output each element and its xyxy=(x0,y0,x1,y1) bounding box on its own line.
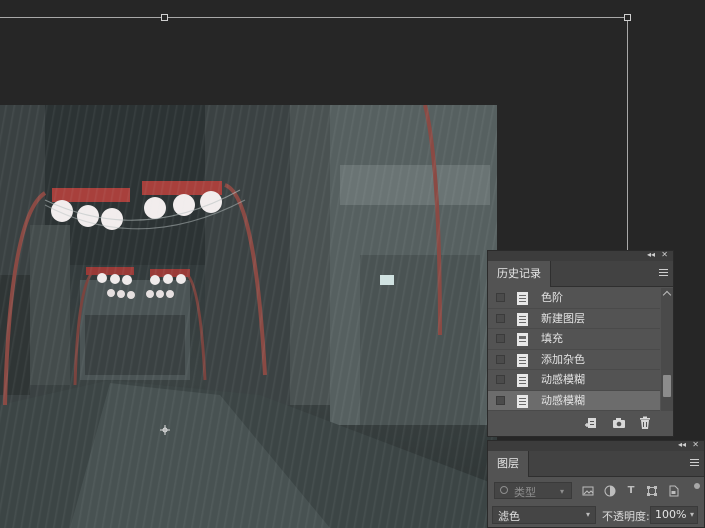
document-icon xyxy=(517,292,528,305)
filter-type-label: 类型 xyxy=(514,486,536,499)
canvas-image-rainy-night-alley[interactable] xyxy=(0,105,497,528)
adjustment-filter-icon[interactable] xyxy=(604,485,616,497)
history-state-label: 色阶 xyxy=(541,291,563,304)
fill-document-icon xyxy=(517,333,528,346)
close-icon[interactable]: ✕ xyxy=(692,440,699,450)
collapse-icon[interactable]: ◂◂ xyxy=(678,440,686,450)
history-state-label: 添加杂色 xyxy=(541,352,585,366)
history-state-item[interactable]: 动感模糊 xyxy=(488,370,660,391)
shape-filter-icon[interactable] xyxy=(646,485,658,497)
chevron-down-icon: ▾ xyxy=(560,487,565,496)
snapshot-source-checkbox[interactable] xyxy=(496,293,505,302)
history-state-label: 填充 xyxy=(541,332,563,345)
history-state-label: 动感模糊 xyxy=(541,373,585,386)
snapshot-source-checkbox[interactable] xyxy=(496,313,505,323)
history-state-item[interactable]: 新建图层 xyxy=(488,309,660,329)
blend-mode-select[interactable]: 滤色 ▾ xyxy=(492,506,596,524)
history-state-item[interactable]: 填充 xyxy=(488,329,660,350)
layers-panel-topbar[interactable]: ◂◂ ✕ xyxy=(488,440,704,451)
snapshot-source-checkbox[interactable] xyxy=(496,334,505,343)
panel-menu-icon[interactable] xyxy=(659,269,668,277)
history-state-item-selected[interactable]: 动感模糊 xyxy=(488,390,660,411)
history-state-label: 动感模糊 xyxy=(541,393,585,407)
blend-mode-value: 滤色 xyxy=(498,510,520,523)
transform-center-point-icon[interactable] xyxy=(160,425,170,435)
layers-panel: ◂◂ ✕ 图层 类型 ▾ T 滤色 ▾ 不透明度: 100% ▾ xyxy=(487,440,705,528)
history-panel-topbar[interactable]: ◂◂ ✕ xyxy=(488,250,673,261)
history-panel: ◂◂ ✕ 历史记录 色阶 新建图层 填充 添加杂色 动感模糊 动感模糊 xyxy=(487,250,674,437)
document-icon xyxy=(517,374,528,387)
document-icon xyxy=(517,312,528,326)
blend-opacity-row: 滤色 ▾ 不透明度: 100% ▾ xyxy=(488,503,705,527)
pixel-filter-icon[interactable] xyxy=(582,485,594,497)
rain-overlay xyxy=(0,105,497,528)
filter-toggle-dot[interactable] xyxy=(694,483,700,489)
snapshot-source-checkbox[interactable] xyxy=(496,354,505,364)
transform-handle-top-right[interactable] xyxy=(624,14,631,21)
snapshot-source-checkbox[interactable] xyxy=(496,395,505,405)
smart-object-filter-icon[interactable] xyxy=(667,485,679,497)
trash-icon[interactable] xyxy=(638,416,652,430)
camera-icon[interactable] xyxy=(612,416,626,430)
history-state-item[interactable]: 添加杂色 xyxy=(488,350,660,370)
opacity-label: 不透明度: xyxy=(602,510,650,523)
new-document-from-state-icon[interactable] xyxy=(585,416,599,430)
type-filter-icon[interactable]: T xyxy=(625,485,637,497)
chevron-down-icon: ▾ xyxy=(585,510,590,519)
document-icon xyxy=(517,394,528,408)
transform-handle-top-center[interactable] xyxy=(161,14,168,21)
tab-layers[interactable]: 图层 xyxy=(488,451,529,477)
history-scrollbar[interactable] xyxy=(661,288,673,411)
panel-menu-icon[interactable] xyxy=(690,459,699,467)
close-icon[interactable]: ✕ xyxy=(661,250,668,260)
layer-filter-type-select[interactable]: 类型 ▾ xyxy=(494,482,572,499)
scroll-up-icon[interactable] xyxy=(662,290,672,300)
history-state-list: 色阶 新建图层 填充 添加杂色 动感模糊 动感模糊 xyxy=(488,288,660,411)
chevron-down-icon[interactable]: ▾ xyxy=(690,507,694,523)
history-state-label: 新建图层 xyxy=(541,311,585,325)
history-state-item[interactable]: 色阶 xyxy=(488,288,660,309)
transform-bounding-box-top-edge[interactable] xyxy=(0,17,628,18)
search-icon xyxy=(500,486,508,494)
scrollbar-thumb[interactable] xyxy=(663,375,671,397)
transform-bounding-box-right-edge[interactable] xyxy=(627,17,628,257)
history-tabbar: 历史记录 xyxy=(488,261,673,287)
opacity-value-text: 100% xyxy=(655,508,687,521)
opacity-input[interactable]: 100% ▾ xyxy=(650,506,698,524)
document-icon xyxy=(517,353,528,367)
history-footer xyxy=(488,411,673,436)
layer-filter-row: 类型 ▾ T xyxy=(488,479,705,501)
snapshot-source-checkbox[interactable] xyxy=(496,375,505,384)
tab-history[interactable]: 历史记录 xyxy=(488,261,551,287)
collapse-icon[interactable]: ◂◂ xyxy=(647,250,655,260)
layers-tabbar: 图层 xyxy=(488,451,704,477)
